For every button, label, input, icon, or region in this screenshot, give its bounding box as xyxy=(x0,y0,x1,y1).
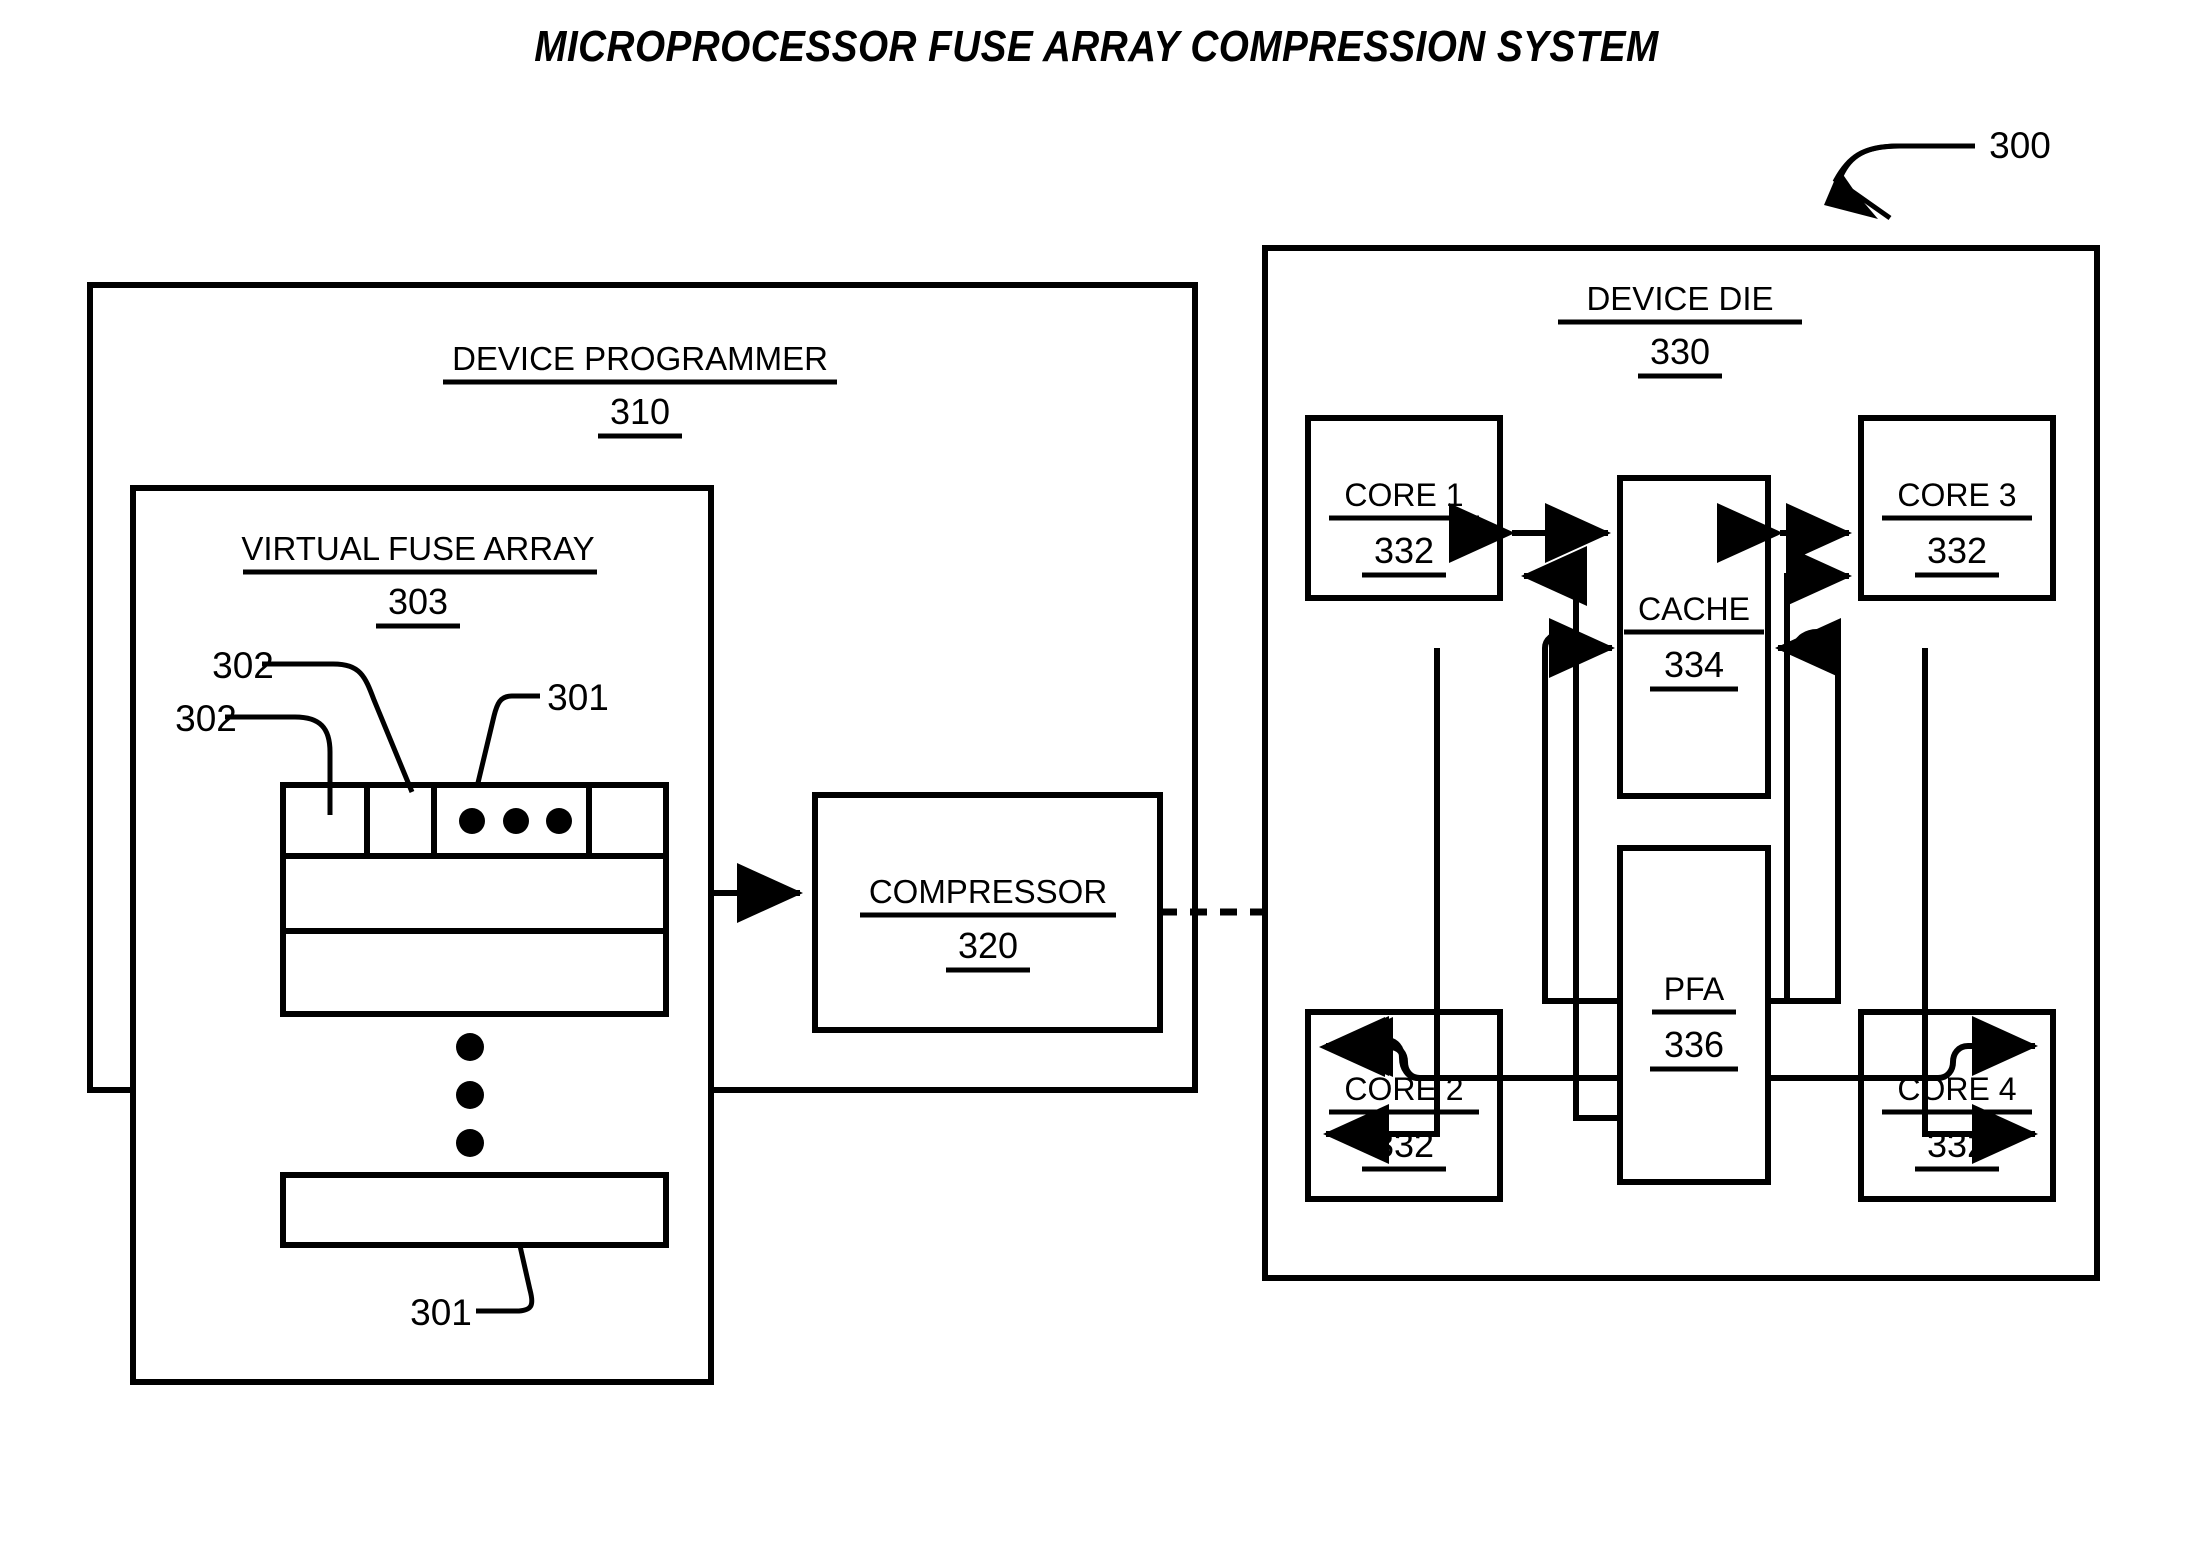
svg-text:CACHE: CACHE xyxy=(1638,591,1750,627)
svg-text:DEVICE DIE: DEVICE DIE xyxy=(1586,280,1773,317)
svg-text:332: 332 xyxy=(1927,530,1987,571)
figure-canvas: MICROPROCESSOR FUSE ARRAY COMPRESSION SY… xyxy=(0,0,2193,1567)
svg-text:303: 303 xyxy=(388,581,448,622)
pfa-box xyxy=(1617,845,1771,1185)
svg-text:332: 332 xyxy=(1374,530,1434,571)
figure-drawing: DEVICE PROGRAMMER 310 VIRTUAL FUSE ARRAY… xyxy=(87,125,2100,1385)
callout-301-bottom: 301 xyxy=(410,1292,472,1333)
svg-text:332: 332 xyxy=(1927,1124,1987,1165)
fuse-row-bottom xyxy=(280,1172,669,1248)
svg-text:320: 320 xyxy=(958,925,1018,966)
callout-301-upper: 301 xyxy=(547,677,609,718)
fuse-row-2 xyxy=(280,853,669,934)
svg-text:CORE 4: CORE 4 xyxy=(1897,1071,2016,1107)
svg-text:336: 336 xyxy=(1664,1024,1724,1065)
svg-text:CORE 1: CORE 1 xyxy=(1344,477,1463,513)
svg-text:CORE 3: CORE 3 xyxy=(1897,477,2016,513)
cache-box xyxy=(1617,475,1771,799)
system-reference-number: 300 xyxy=(1989,125,2051,166)
svg-text:COMPRESSOR: COMPRESSOR xyxy=(869,873,1107,910)
svg-text:310: 310 xyxy=(610,391,670,432)
fuse-row-3 xyxy=(280,928,669,1017)
svg-text:334: 334 xyxy=(1664,644,1724,685)
system-reference-leader xyxy=(1824,143,1975,221)
svg-text:CORE 2: CORE 2 xyxy=(1344,1071,1463,1107)
svg-text:PFA: PFA xyxy=(1664,971,1725,1007)
callout-302-lower: 302 xyxy=(175,698,237,739)
svg-text:DEVICE PROGRAMMER: DEVICE PROGRAMMER xyxy=(452,340,828,377)
fuse-array-ellipsis-vertical xyxy=(456,1033,484,1157)
callout-302-upper: 302 xyxy=(212,645,274,686)
svg-text:332: 332 xyxy=(1374,1124,1434,1165)
svg-text:330: 330 xyxy=(1650,331,1710,372)
svg-text:VIRTUAL FUSE ARRAY: VIRTUAL FUSE ARRAY xyxy=(241,530,594,567)
fuse-row-ellipsis-horizontal xyxy=(459,808,572,834)
